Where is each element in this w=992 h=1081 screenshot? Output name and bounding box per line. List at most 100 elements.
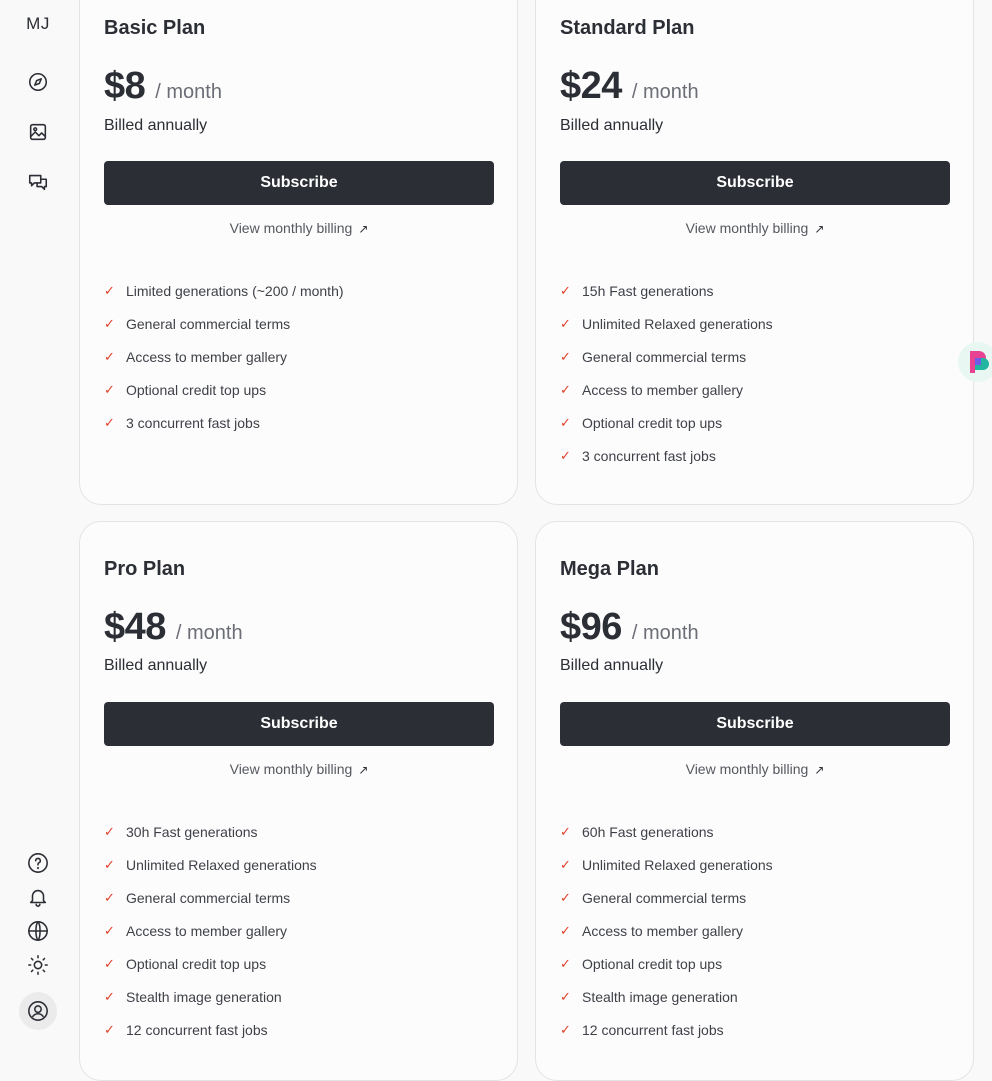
plan-title: Standard Plan (560, 17, 695, 39)
monthly-link-label: View monthly billing (229, 220, 353, 236)
check-icon: ✓ (560, 856, 571, 872)
view-monthly-billing-link[interactable]: View monthly billing ↗ (560, 761, 950, 777)
arrow-up-right-icon: ↗ (814, 222, 825, 236)
plan-price: $48 (104, 606, 166, 648)
check-icon: ✓ (104, 988, 115, 1004)
price-row: $8 / month (104, 65, 222, 108)
monthly-link-label: View monthly billing (685, 220, 809, 236)
billing-note: Billed annually (104, 117, 208, 134)
monthly-link-label: View monthly billing (685, 761, 809, 777)
plan-card-basic: Basic Plan $8 / month Billed annually Su… (79, 0, 518, 505)
price-period: / month (155, 81, 222, 103)
feature-item: ✓ Optional credit top ups (104, 381, 267, 398)
check-icon: ✓ (104, 381, 115, 397)
check-icon: ✓ (560, 1021, 571, 1037)
feature-item: ✓ 15h Fast generations (560, 282, 714, 299)
check-icon: ✓ (560, 315, 571, 331)
check-icon: ✓ (104, 922, 115, 938)
feature-item: ✓ Limited generations (~200 / month) (104, 282, 344, 299)
plan-price: $8 (104, 65, 146, 107)
view-monthly-billing-link[interactable]: View monthly billing ↗ (560, 220, 950, 236)
feature-item: ✓ General commercial terms (104, 315, 291, 332)
feature-item: ✓ Unlimited Relaxed generations (560, 856, 773, 873)
check-icon: ✓ (104, 856, 115, 872)
billing-note: Billed annually (560, 117, 664, 134)
globe-icon[interactable] (26, 919, 50, 943)
feature-list: ✓ Limited generations (~200 / month) ✓ Gen… (104, 274, 344, 439)
feature-item: ✓ 12 concurrent fast jobs (104, 1021, 268, 1038)
sun-icon[interactable] (26, 953, 50, 977)
view-monthly-billing-link[interactable]: View monthly billing ↗ (104, 761, 494, 777)
feature-item: ✓ Optional credit top ups (560, 414, 723, 431)
check-icon: ✓ (560, 282, 571, 298)
feature-item: ✓ General commercial terms (560, 889, 747, 906)
arrow-up-right-icon: ↗ (814, 763, 825, 777)
check-icon: ✓ (560, 348, 571, 364)
feature-item: ✓ Optional credit top ups (560, 955, 723, 972)
bell-icon[interactable] (26, 885, 50, 909)
feature-item: ✓ Unlimited Relaxed generations (560, 315, 773, 332)
user-icon[interactable] (19, 992, 57, 1030)
plan-title: Basic Plan (104, 17, 206, 39)
check-icon: ✓ (104, 955, 115, 971)
compass-icon[interactable] (26, 70, 50, 94)
check-icon: ✓ (104, 348, 115, 364)
check-icon: ✓ (560, 414, 571, 430)
subscribe-button[interactable]: Subscribe (104, 702, 494, 746)
price-period: / month (631, 622, 699, 644)
feature-list: ✓ 15h Fast generations ✓ Unlimited Relaxed… (560, 274, 773, 472)
plan-price: $96 (560, 606, 622, 648)
check-icon: ✓ (104, 315, 115, 331)
check-icon: ✓ (104, 823, 115, 839)
feature-item: ✓ 3 concurrent fast jobs (104, 414, 260, 431)
monthly-link-label: View monthly billing (229, 761, 353, 777)
price-row: $48 / month (104, 606, 243, 649)
plan-card-mega: Mega Plan $96 / month Billed annually Su… (535, 521, 974, 1081)
arrow-up-right-icon: ↗ (358, 763, 369, 777)
feature-list: ✓ 30h Fast generations ✓ Unlimited Relaxed… (104, 815, 317, 1046)
feature-item: ✓ Access to member gallery (560, 381, 744, 398)
check-icon: ✓ (104, 1021, 115, 1037)
price-period: / month (175, 622, 243, 644)
plan-price: $24 (560, 65, 622, 107)
subscribe-button[interactable]: Subscribe (104, 161, 494, 205)
image-icon[interactable] (26, 120, 50, 144)
feature-item: ✓ Stealth image generation (104, 988, 282, 1005)
feature-item: ✓ Stealth image generation (560, 988, 738, 1005)
plan-card-pro: Pro Plan $48 / month Billed annually Sub… (79, 521, 518, 1081)
price-row: $96 / month (560, 606, 699, 649)
arrow-up-right-icon: ↗ (358, 222, 369, 236)
help-icon[interactable] (26, 851, 50, 875)
app-logo[interactable]: MJ (0, 14, 76, 34)
feature-item: ✓ 60h Fast generations (560, 823, 714, 840)
check-icon: ✓ (560, 447, 571, 463)
price-period: / month (631, 81, 699, 103)
extension-logo-icon (970, 351, 989, 373)
sidebar: MJ (0, 0, 76, 1038)
check-icon: ✓ (104, 282, 115, 298)
price-row: $24 / month (560, 65, 699, 108)
feature-item: ✓ Access to member gallery (104, 922, 288, 939)
subscribe-button[interactable]: Subscribe (560, 161, 950, 205)
chat-icon[interactable] (26, 170, 50, 194)
feature-item: ✓ 12 concurrent fast jobs (560, 1021, 724, 1038)
plan-card-standard: Standard Plan $24 / month Billed annuall… (535, 0, 974, 505)
check-icon: ✓ (560, 381, 571, 397)
subscribe-button[interactable]: Subscribe (560, 702, 950, 746)
feature-item: ✓ Unlimited Relaxed generations (104, 856, 317, 873)
extension-badge-icon[interactable] (958, 342, 992, 382)
feature-item: ✓ General commercial terms (104, 889, 291, 906)
check-icon: ✓ (104, 414, 115, 430)
feature-item: ✓ General commercial terms (560, 348, 747, 365)
plan-title: Pro Plan (104, 558, 186, 580)
billing-note: Billed annually (104, 657, 208, 674)
billing-note: Billed annually (560, 657, 664, 674)
check-icon: ✓ (104, 889, 115, 905)
feature-item: ✓ 3 concurrent fast jobs (560, 447, 716, 464)
check-icon: ✓ (560, 988, 571, 1004)
feature-list: ✓ 60h Fast generations ✓ Unlimited Relaxed… (560, 815, 773, 1046)
view-monthly-billing-link[interactable]: View monthly billing ↗ (104, 220, 494, 236)
check-icon: ✓ (560, 955, 571, 971)
feature-item: ✓ 30h Fast generations (104, 823, 258, 840)
plan-title: Mega Plan (560, 558, 659, 580)
